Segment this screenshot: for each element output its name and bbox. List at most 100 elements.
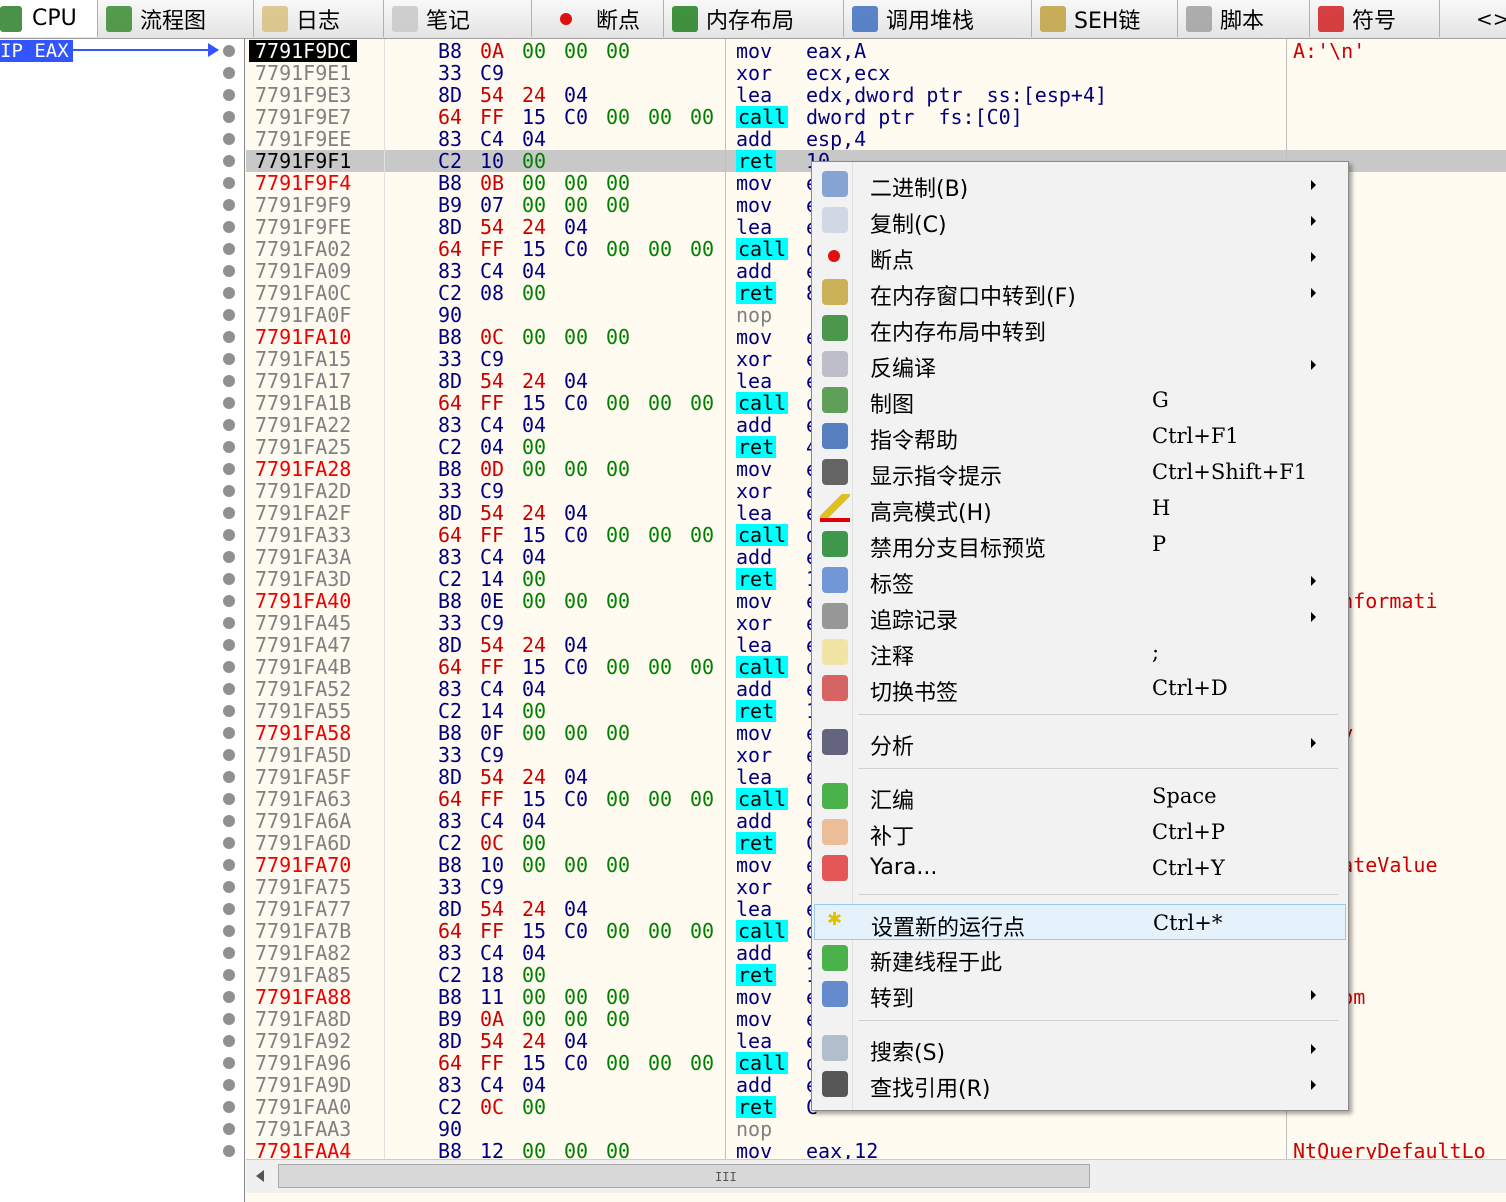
menu-item-car[interactable]: 转到 bbox=[814, 976, 1346, 1012]
breakpoint-toggle[interactable] bbox=[223, 595, 235, 607]
breakpoint-toggle[interactable] bbox=[223, 661, 235, 673]
menu-item-star[interactable]: ✱ 设置新的运行点 Ctrl+* bbox=[814, 904, 1346, 941]
breakpoint-toggle[interactable] bbox=[223, 969, 235, 981]
breakpoint-toggle[interactable] bbox=[223, 111, 235, 123]
menu-item-memory-map-goto[interactable]: 在内存布局中转到 bbox=[814, 310, 1346, 346]
breakpoint-toggle[interactable] bbox=[223, 375, 235, 387]
breakpoint-toggle[interactable] bbox=[223, 309, 235, 321]
menu-item-help-book[interactable]: 指令帮助 Ctrl+F1 bbox=[814, 418, 1346, 454]
breakpoint-toggle[interactable] bbox=[223, 353, 235, 365]
breakpoint-toggle[interactable] bbox=[223, 903, 235, 915]
menu-item-memory-window[interactable]: 在内存窗口中转到(F) bbox=[814, 274, 1346, 310]
tab-memory-map[interactable]: 内存布局 bbox=[664, 0, 844, 37]
menu-item-breakpoint-dot[interactable]: 断点 bbox=[814, 238, 1346, 274]
scrollbar-thumb[interactable]: III bbox=[278, 1164, 1090, 1188]
tab-notes[interactable]: 笔记 bbox=[384, 0, 532, 37]
breakpoint-toggle[interactable] bbox=[223, 837, 235, 849]
breakpoint-toggle[interactable] bbox=[223, 441, 235, 453]
breakpoint-toggle[interactable] bbox=[223, 133, 235, 145]
tab-log[interactable]: 日志 bbox=[254, 0, 384, 37]
menu-item-magic-wand[interactable]: 分析 bbox=[814, 724, 1346, 760]
tab-symbols[interactable]: 符号 bbox=[1310, 0, 1440, 37]
breakpoint-toggle[interactable] bbox=[223, 463, 235, 475]
breakpoint-toggle[interactable] bbox=[223, 639, 235, 651]
menu-item-label[interactable]: 标签 bbox=[814, 562, 1346, 598]
menu-item-copy[interactable]: 复制(C) bbox=[814, 202, 1346, 238]
breakpoint-toggle[interactable] bbox=[223, 397, 235, 409]
breakpoint-toggle[interactable] bbox=[223, 1013, 235, 1025]
breakpoint-toggle[interactable] bbox=[223, 881, 235, 893]
tab-breakpoint[interactable]: 断点 bbox=[532, 0, 664, 37]
breakpoint-toggle[interactable] bbox=[223, 45, 235, 57]
tab-script[interactable]: 脚本 bbox=[1178, 0, 1310, 37]
menu-item-binary[interactable]: 二进制(B) bbox=[814, 166, 1346, 202]
disasm-row[interactable]: 7791F9EE 83 C4 04 add esp,4 bbox=[246, 128, 1506, 150]
menu-item-assemble[interactable]: 汇编 Space bbox=[814, 778, 1346, 814]
breakpoint-toggle[interactable] bbox=[223, 331, 235, 343]
breakpoint-toggle[interactable] bbox=[223, 287, 235, 299]
breakpoint-toggle[interactable] bbox=[223, 771, 235, 783]
breakpoint-toggle[interactable] bbox=[223, 1057, 235, 1069]
breakpoint-toggle[interactable] bbox=[223, 683, 235, 695]
breakpoint-toggle[interactable] bbox=[223, 859, 235, 871]
tab-tree[interactable]: 流程图 bbox=[98, 0, 254, 37]
breakpoint-toggle[interactable] bbox=[223, 705, 235, 717]
disasm-row[interactable]: 7791F9DC B8 0A 00 00 00 mov eax,A A:'\n' bbox=[246, 40, 1506, 62]
disasm-row[interactable]: 7791F9E7 64 FF 15 C0 00 00 00 call dword ptr fs:[… bbox=[246, 106, 1506, 128]
menu-item-graph-tree[interactable]: 制图 G bbox=[814, 382, 1346, 418]
tab-call-stack[interactable]: 调用堆栈 bbox=[844, 0, 1032, 37]
disasm-row[interactable]: 7791F9E3 8D 54 24 04 lea edx,dword ptr ss:[esp… bbox=[246, 84, 1506, 106]
scroll-left-arrow-icon[interactable] bbox=[256, 1170, 264, 1182]
opcode-byte: 64 bbox=[438, 523, 463, 547]
breakpoint-toggle[interactable] bbox=[223, 265, 235, 277]
menu-item-bookmark[interactable]: 切换书签 Ctrl+D bbox=[814, 670, 1346, 706]
breakpoint-toggle[interactable] bbox=[223, 89, 235, 101]
breakpoint-toggle[interactable] bbox=[223, 243, 235, 255]
breakpoint-toggle[interactable] bbox=[223, 793, 235, 805]
horizontal-scrollbar[interactable]: III bbox=[246, 1159, 1506, 1194]
breakpoint-toggle[interactable] bbox=[223, 1101, 235, 1113]
breakpoint-toggle[interactable] bbox=[223, 485, 235, 497]
tab-label: 流程图 bbox=[140, 8, 207, 34]
breakpoint-toggle[interactable] bbox=[223, 67, 235, 79]
breakpoint-toggle[interactable] bbox=[223, 991, 235, 1003]
breakpoint-toggle[interactable] bbox=[223, 815, 235, 827]
menu-item-decompile[interactable]: 反编译 bbox=[814, 346, 1346, 382]
breakpoint-toggle[interactable] bbox=[223, 749, 235, 761]
breakpoint-toggle[interactable] bbox=[223, 155, 235, 167]
menu-item-comment[interactable]: 注释; bbox=[814, 634, 1346, 670]
breakpoint-toggle[interactable] bbox=[223, 1079, 235, 1091]
menu-item-yara[interactable]: Yara... Ctrl+Y bbox=[814, 850, 1346, 886]
breakpoint-toggle[interactable] bbox=[223, 419, 235, 431]
opcode-byte: 00 bbox=[564, 721, 589, 745]
menu-item-new-thread[interactable]: 新建线程于此 bbox=[814, 940, 1346, 976]
menu-item-penguin[interactable]: 显示指令提示 Ctrl+Shift+F1 bbox=[814, 454, 1346, 490]
breakpoint-toggle[interactable] bbox=[223, 529, 235, 541]
breakpoint-toggle[interactable] bbox=[223, 199, 235, 211]
menu-item-search[interactable]: 搜索(S) bbox=[814, 1030, 1346, 1066]
breakpoint-toggle[interactable] bbox=[223, 947, 235, 959]
breakpoint-toggle[interactable] bbox=[223, 507, 235, 519]
breakpoint-toggle[interactable] bbox=[223, 551, 235, 563]
menu-item-bandage[interactable]: 补丁 Ctrl+P bbox=[814, 814, 1346, 850]
breakpoint-toggle[interactable] bbox=[223, 617, 235, 629]
tab-seh[interactable]: SEH链 bbox=[1032, 0, 1178, 37]
menu-item-shortcut: H bbox=[1152, 496, 1171, 520]
disasm-row[interactable]: 7791FAA4 B8 12 00 00 00 mov eax,12 NtQueryDefaul… bbox=[246, 1140, 1506, 1159]
breakpoint-toggle[interactable] bbox=[223, 221, 235, 233]
tab-overflow-button[interactable]: <> bbox=[1440, 0, 1506, 37]
tab-cpu[interactable]: CPU bbox=[0, 0, 98, 37]
breakpoint-toggle[interactable] bbox=[223, 727, 235, 739]
disasm-row[interactable]: 7791FAA3 90 nop bbox=[246, 1118, 1506, 1140]
breakpoint-toggle[interactable] bbox=[223, 177, 235, 189]
breakpoint-toggle[interactable] bbox=[223, 925, 235, 937]
menu-item-footprints[interactable]: 追踪记录 bbox=[814, 598, 1346, 634]
menu-item-highlighter[interactable]: 高亮模式(H) H bbox=[814, 490, 1346, 526]
breakpoint-toggle[interactable] bbox=[223, 1123, 235, 1135]
menu-item-green-target[interactable]: 禁用分支目标预览 P bbox=[814, 526, 1346, 562]
breakpoint-toggle[interactable] bbox=[223, 573, 235, 585]
menu-item-binoculars[interactable]: 查找引用(R) bbox=[814, 1066, 1346, 1102]
breakpoint-toggle[interactable] bbox=[223, 1145, 235, 1157]
breakpoint-toggle[interactable] bbox=[223, 1035, 235, 1047]
disasm-row[interactable]: 7791F9E1 33 C9 xor ecx,ecx bbox=[246, 62, 1506, 84]
